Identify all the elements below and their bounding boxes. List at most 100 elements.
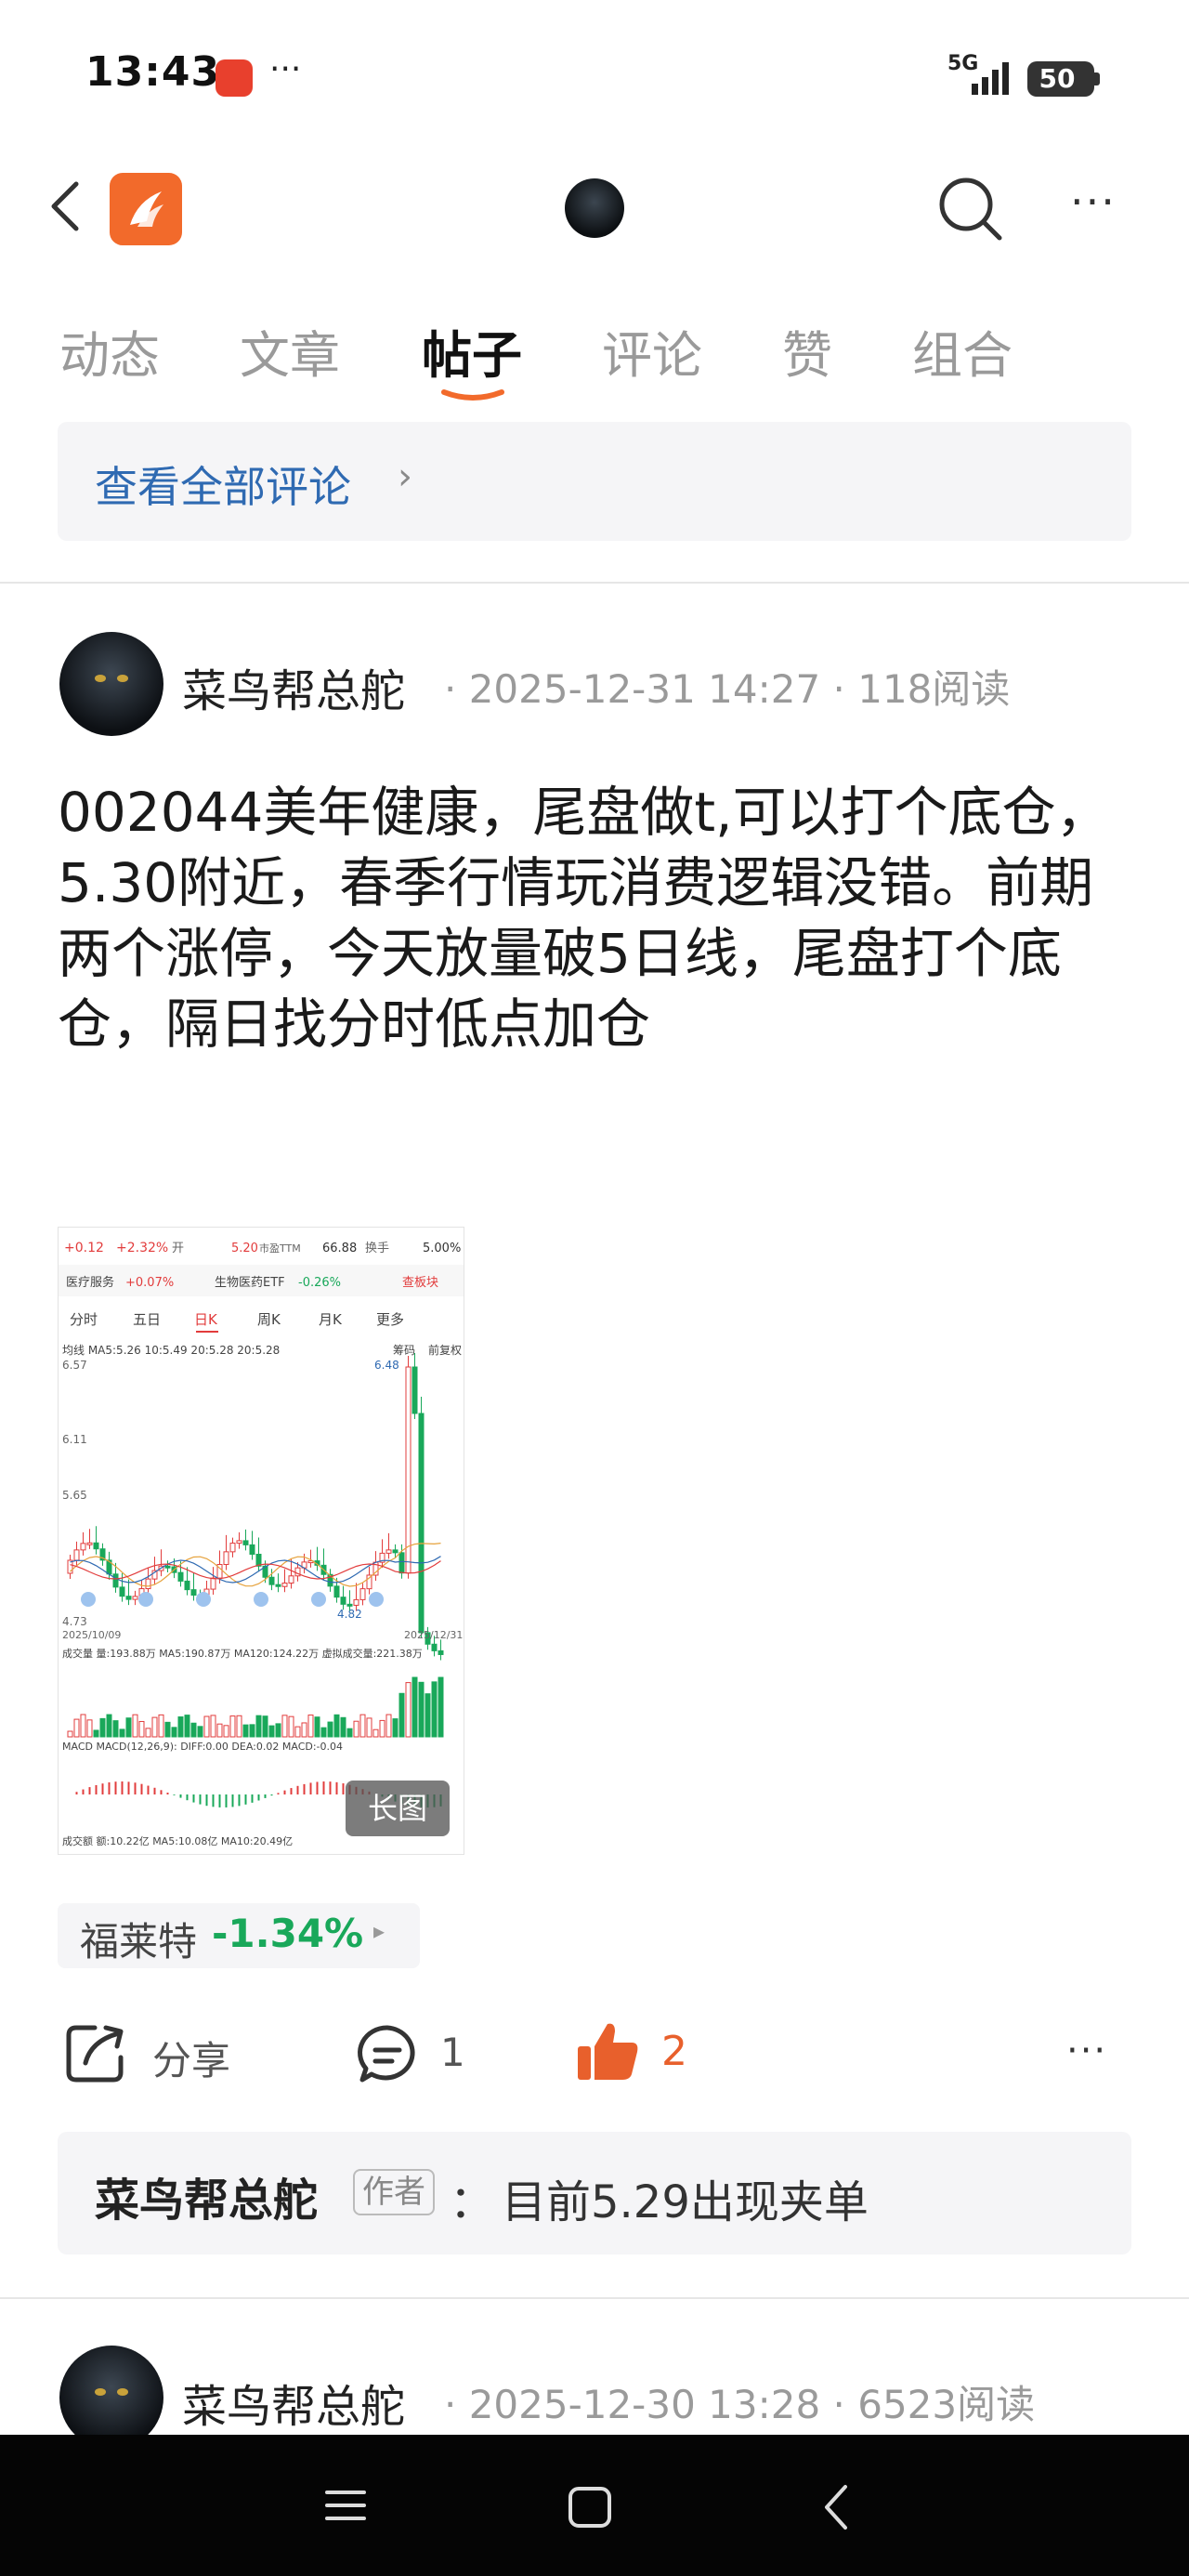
author-name[interactable]: 菜鸟帮总舵	[182, 654, 405, 719]
header-avatar[interactable]	[565, 178, 624, 238]
more-icon[interactable]: ···	[1070, 177, 1117, 227]
thumb-end-date: 2025/12/31	[404, 1629, 463, 1641]
notification-app-icon	[216, 59, 253, 97]
thumb-open-value: 5.20	[231, 1242, 258, 1255]
thumb-volume-bar	[86, 1719, 93, 1738]
tab-zuhe[interactable]: 组合	[912, 314, 1013, 388]
thumb-candle	[268, 1576, 275, 1585]
author-avatar[interactable]	[59, 632, 163, 736]
thumb-candle	[93, 1542, 99, 1550]
tab-dongtai[interactable]: 动态	[59, 314, 160, 388]
thumb-pe-value: 66.88	[322, 1242, 357, 1255]
thumb-candle	[112, 1573, 119, 1588]
thumb-volume-bar	[346, 1728, 353, 1738]
square-icon[interactable]	[567, 2485, 613, 2530]
thumb-volume-bar	[125, 1717, 132, 1738]
thumb-volume-bar	[294, 1726, 301, 1738]
thumb-volume-bar	[223, 1725, 229, 1738]
thumb-candle	[438, 1649, 444, 1655]
thumb-volume-bar	[418, 1681, 425, 1738]
long-image-badge: 长图	[346, 1781, 450, 1836]
thumb-volume-bar	[301, 1722, 307, 1738]
thumb-candle	[333, 1585, 340, 1598]
thumb-chips: 筹码	[393, 1344, 415, 1357]
thumbs-up-icon[interactable]	[574, 2018, 641, 2083]
battery-level: 50	[1039, 63, 1076, 94]
share-label[interactable]: 分享	[152, 2030, 230, 2086]
stock-name[interactable]: 福莱特	[80, 1911, 197, 1967]
thumb-volume-bar	[262, 1715, 268, 1738]
comment-count[interactable]: 1	[440, 2030, 465, 2075]
post-more-icon[interactable]: ···	[1066, 2030, 1107, 2072]
thumb-volume-bar	[236, 1715, 242, 1738]
thumb-volume-bar	[203, 1715, 210, 1738]
thumb-volume-bar	[73, 1718, 80, 1738]
thumb-start-date: 2025/10/09	[62, 1629, 121, 1641]
tab-zan[interactable]: 赞	[782, 314, 832, 388]
thumb-candle	[275, 1584, 281, 1587]
comment-author[interactable]: 菜鸟帮总舵	[95, 2163, 318, 2228]
post-body: 002044美年健康，尾盘做t,可以打个底仓，5.30附近，春季行情玩消费逻辑没…	[58, 781, 1110, 1056]
menu-icon[interactable]	[323, 2487, 368, 2524]
thumb-macd-line: MACD MACD(12,26,9): DIFF:0.00 DEA:0.02 M…	[62, 1741, 343, 1753]
thumb-etf-pct: -0.26%	[298, 1276, 341, 1290]
thumb-volume-bar	[229, 1715, 236, 1738]
thumb-candle	[210, 1577, 216, 1590]
thumb-volume-bar	[67, 1730, 73, 1738]
thumb-candle	[399, 1552, 405, 1574]
thumb-volume-bar	[210, 1715, 216, 1738]
thumb-candle	[405, 1366, 412, 1574]
thumb-candle	[359, 1588, 366, 1600]
thumb-sector: 医疗服务	[66, 1275, 114, 1290]
share-icon[interactable]	[63, 2020, 128, 2085]
tab-wenzhang[interactable]: 文章	[240, 314, 340, 388]
thumb-candle	[353, 1598, 359, 1606]
thumb-volume-line: 成交量 量:193.88万 MA5:190.87万 MA120:124.22万 …	[62, 1647, 423, 1660]
next-author-name[interactable]: 菜鸟帮总舵	[182, 2370, 405, 2435]
thumb-volume-bar	[314, 1716, 320, 1738]
back-icon[interactable]	[819, 2483, 853, 2531]
thumb-pct: +2.32%	[116, 1241, 168, 1255]
chevron-left-icon[interactable]	[46, 178, 84, 234]
thumb-volume-bar	[177, 1716, 184, 1738]
thumb-volume-bar	[333, 1714, 340, 1738]
thumb-candle	[392, 1549, 399, 1554]
thumb-candle	[145, 1578, 151, 1590]
thumb-candle	[412, 1366, 418, 1414]
thumb-event-marker	[369, 1592, 384, 1607]
thumb-volume-bar	[412, 1676, 418, 1738]
thumb-sector-pct: +0.07%	[125, 1276, 174, 1290]
thumb-volume-bar	[190, 1722, 197, 1738]
thumb-y-3: 4.73	[62, 1615, 87, 1628]
comment-icon[interactable]	[355, 2022, 420, 2087]
thumb-turnover-value: 5.00%	[423, 1242, 461, 1255]
thumb-volume-bar	[249, 1724, 255, 1738]
thumb-period-2: 日K	[194, 1311, 218, 1328]
thumb-period-4: 月K	[319, 1311, 343, 1328]
thumb-volume-bar	[132, 1714, 138, 1738]
like-count[interactable]: 2	[661, 2028, 687, 2075]
thumb-candle	[236, 1540, 242, 1544]
thumb-volume-bar	[379, 1719, 385, 1738]
search-icon[interactable]	[934, 173, 1005, 243]
thumb-volume-bar	[255, 1715, 262, 1738]
thumb-volume-bar	[145, 1728, 151, 1738]
thumb-candle	[119, 1586, 125, 1597]
thumb-candle	[177, 1571, 184, 1582]
tab-pinglun[interactable]: 评论	[602, 314, 702, 388]
stock-change: -1.34%	[212, 1911, 364, 1956]
thumb-volume-bar	[164, 1721, 171, 1738]
view-all-comments-link[interactable]: 查看全部评论	[95, 453, 351, 515]
thumb-volume-bar	[197, 1726, 203, 1738]
thumb-ma-line-0	[70, 1543, 441, 1587]
play-arrow-icon: ▸	[373, 1918, 385, 1944]
thumb-open-label: 开	[172, 1242, 184, 1255]
thumb-volume-bar	[106, 1714, 112, 1738]
tab-tiezi[interactable]: 帖子	[422, 314, 522, 388]
thumb-volume-bar	[151, 1716, 158, 1738]
thumb-event-marker	[138, 1592, 153, 1607]
post-image-kline-chart[interactable]: +0.12 +2.32% 开 5.20 市盈TTM 66.88 换手 5.00%…	[58, 1227, 464, 1855]
app-logo[interactable]	[110, 173, 182, 245]
thumb-volume-bar	[171, 1727, 177, 1738]
thumb-event-marker	[196, 1592, 211, 1607]
